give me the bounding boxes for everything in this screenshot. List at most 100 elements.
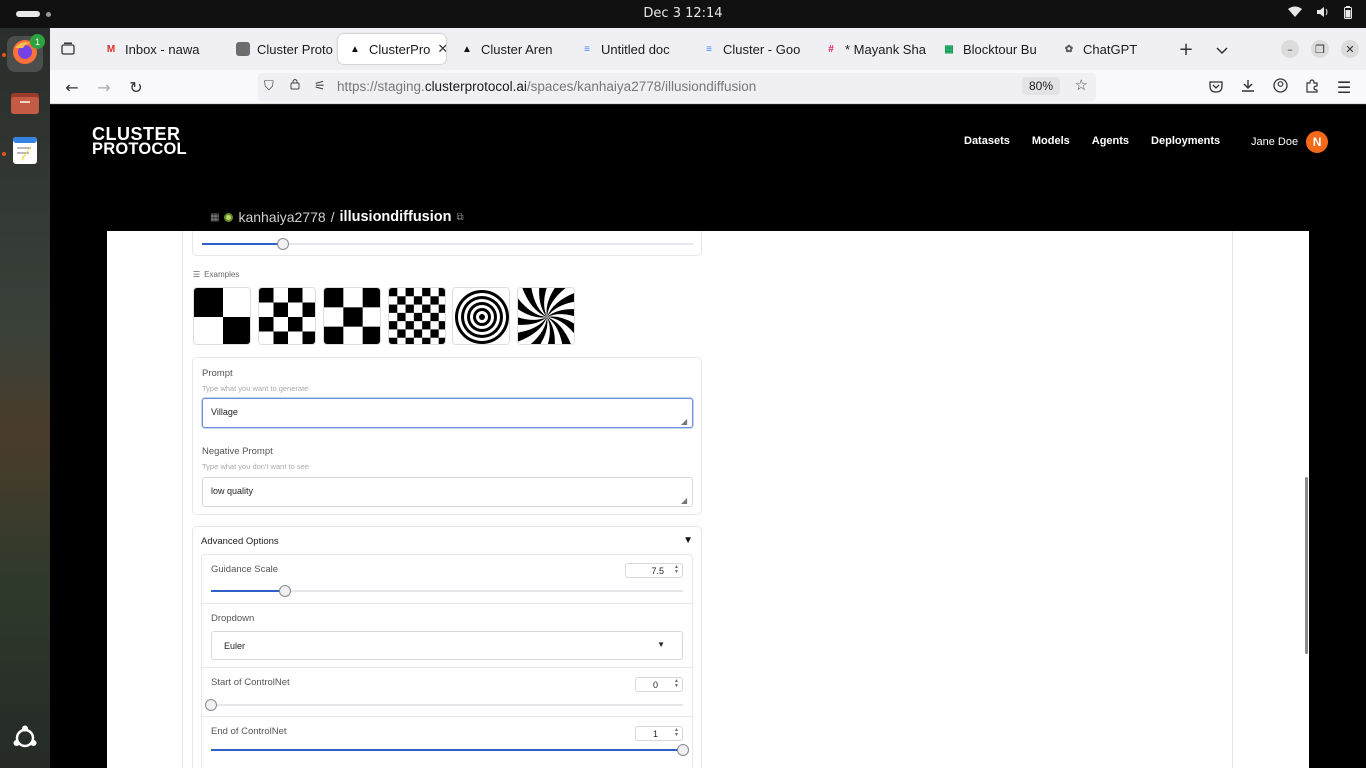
caret-down-icon: ▼ [657,640,665,649]
puzzle-icon [1305,78,1319,97]
account-button[interactable] [1268,76,1292,98]
end-controlnet-thumb[interactable] [677,744,689,756]
spinner-arrows-icon[interactable]: ▲ ▼ [674,565,679,575]
tab-2[interactable]: Cluster Proto [226,34,334,64]
status-dot-icon [224,212,234,222]
plus-icon: + [1178,38,1194,60]
dropdown-label: Dropdown [211,613,255,624]
tab-overview-icon [61,40,75,59]
gmail-icon: M [106,43,116,55]
pocket-button[interactable] [1204,76,1228,98]
tab-8[interactable]: ▦ Blocktour Bu [932,34,1048,64]
spinner-arrows-icon[interactable]: ▲ ▼ [674,728,679,738]
tab-3[interactable]: ▲ ClusterPro ✕ [338,34,446,64]
example-checker-6x6[interactable] [388,287,446,345]
spinner-arrows-icon[interactable]: ▲ ▼ [674,679,679,689]
system-top-bar: Dec 3 12:14 [0,0,1366,28]
guidance-scale-label: Guidance Scale [211,564,279,575]
guidance-scale-number[interactable]: 7.5 ▲ ▼ [625,563,683,578]
nav-deployments[interactable]: Deployments [1151,135,1220,147]
negative-prompt-input[interactable] [202,477,693,507]
examples-header: ☰ Examples [193,270,239,279]
system-clock[interactable]: Dec 3 12:14 [0,6,1366,21]
bookmark-star-icon[interactable]: ☆ [1075,76,1088,94]
end-controlnet-value: 1 [652,728,658,739]
nav-agents[interactable]: Agents [1092,135,1129,147]
resize-handle-icon[interactable]: ◢ [681,496,687,505]
close-window-button[interactable]: ✕ [1341,40,1359,58]
page-scrollbar[interactable] [1305,477,1308,654]
advanced-options-toggle[interactable]: Advanced Options ▼ [193,527,701,553]
reload-button[interactable]: ↻ [124,76,148,98]
example-swirl[interactable] [517,287,575,345]
start-controlnet-thumb[interactable] [205,699,217,711]
text-editor-dock-item[interactable] [7,134,43,170]
collapse-triangle-icon: ▼ [683,535,693,546]
prompt-input[interactable] [202,398,693,428]
close-tab-icon[interactable]: ✕ [437,41,446,57]
maximize-button[interactable]: ❐ [1311,40,1329,58]
system-tray[interactable] [1288,6,1352,23]
column-divider [182,231,183,768]
spiral-image [453,288,509,344]
checkerboard-image [389,288,445,344]
examples-label: Examples [204,270,240,279]
copy-icon[interactable]: ⧉ [457,212,464,223]
cluster-icon: ▲ [462,43,472,55]
example-spiral[interactable] [452,287,510,345]
nav-models[interactable]: Models [1032,135,1070,147]
example-checker-3x3[interactable] [323,287,381,345]
user-menu[interactable]: Jane Doe N [1251,131,1329,153]
forward-button[interactable]: → [92,76,116,98]
tab-6[interactable]: ≡ Cluster - Goo [692,34,810,64]
end-controlnet-number[interactable]: 1 ▲ ▼ [635,726,683,741]
minimize-button[interactable]: – [1281,40,1299,58]
slider-thumb[interactable] [277,238,289,250]
url-text: https://staging.clusterprotocol.ai/space… [337,79,757,94]
extensions-button[interactable] [1300,76,1324,98]
tab-4[interactable]: ▲ Cluster Aren [450,34,566,64]
avatar[interactable]: N [1306,131,1329,153]
example-checker-4x4[interactable] [258,287,316,345]
list-tabs-button[interactable] [1210,38,1234,60]
menu-button[interactable]: ☰ [1332,76,1356,98]
back-button[interactable]: ← [60,76,84,98]
prompt-panel: Prompt Type what you want to generate ◢ … [192,357,702,515]
tab-overview-button[interactable] [56,38,80,60]
slider-panel [192,231,702,256]
address-bar[interactable]: ⛉ ⚟ https://staging.clusterprotocol.ai/s… [258,73,1096,101]
close-icon: ✕ [1345,42,1355,56]
files-dock-item[interactable] [7,86,43,122]
downloads-button[interactable] [1236,76,1260,98]
folder-icon [10,89,40,119]
sheets-icon: ▦ [944,43,954,55]
negative-prompt-hint: Type what you don't want to see [202,462,309,471]
tab-label: ChatGPT [1083,41,1138,57]
example-checker-2x2[interactable] [193,287,251,345]
slider-fill [211,590,286,592]
volume-icon [1316,6,1330,23]
firefox-dock-item[interactable]: 1 [7,34,45,72]
site-logo[interactable]: CLUSTER PROTOCOL [92,125,187,157]
show-apps-button[interactable] [7,722,43,758]
zoom-level[interactable]: 80% [1021,77,1060,95]
tab-1[interactable]: M Inbox - nawa [94,34,222,64]
tab-7[interactable]: # * Mayank Sha [814,34,928,64]
checkerboard-image [324,288,380,344]
tab-5[interactable]: ≡ Untitled doc [570,34,688,64]
prompt-hint: Type what you want to generate [202,384,309,393]
sampler-dropdown-block: Dropdown Euler ▼ [201,603,693,668]
slider-fill [211,749,683,751]
guidance-scale-thumb[interactable] [279,585,292,597]
start-controlnet-number[interactable]: 0 ▲ ▼ [635,677,683,692]
lock-icon [290,78,300,93]
space-owner[interactable]: kanhaiya2778 [238,209,325,225]
start-controlnet-block: Start of ControlNet 0 ▲ ▼ [201,667,693,717]
new-tab-button[interactable]: + [1174,38,1198,60]
tab-9[interactable]: ✿ ChatGPT [1052,34,1152,64]
resize-handle-icon[interactable]: ◢ [681,417,687,426]
nav-datasets[interactable]: Datasets [964,135,1010,147]
cluster-icon [236,42,250,56]
permissions-icon: ⚟ [314,78,326,93]
sampler-select[interactable]: Euler ▼ [211,631,683,660]
